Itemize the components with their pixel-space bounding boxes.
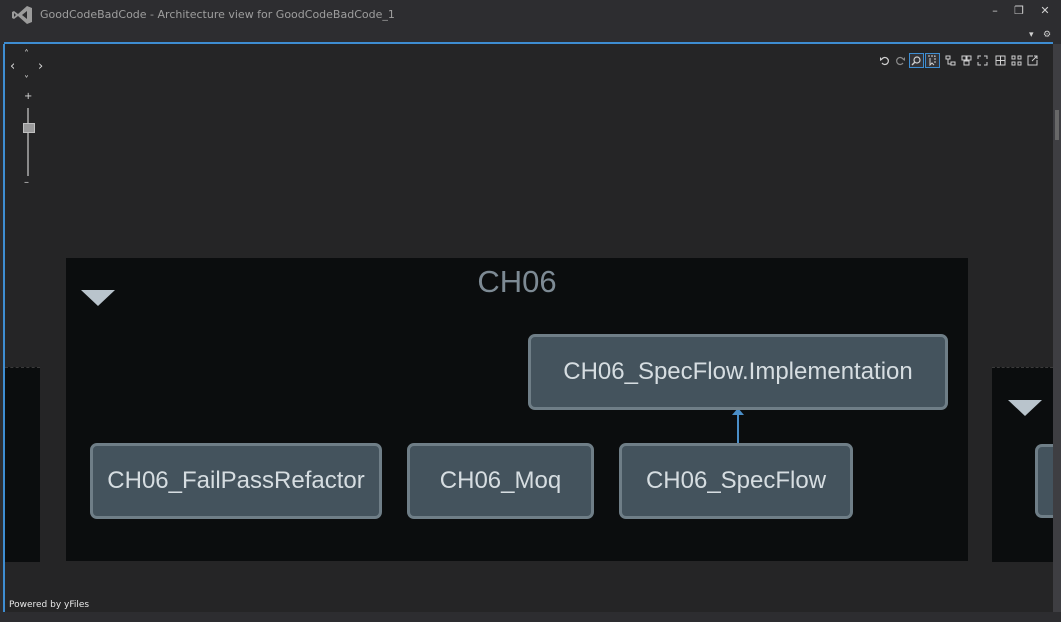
zoom-in-button[interactable]: + (24, 92, 32, 102)
pan-down-icon[interactable]: ˅ (24, 76, 29, 86)
arrange-icon[interactable] (1009, 53, 1024, 68)
title-bar: GoodCodeBadCode - Architecture view for … (0, 0, 1061, 30)
close-button[interactable]: ✕ (1034, 2, 1056, 20)
undo-icon[interactable] (877, 53, 892, 68)
node-moq[interactable]: CH06_Moq (407, 443, 594, 519)
vertical-scroll-thumb[interactable] (1055, 110, 1059, 140)
adjacent-group-left[interactable] (5, 367, 40, 562)
group-ch06[interactable]: CH06 CH06_SpecFlow.Implementation CH06_F… (66, 258, 968, 561)
pan-up-icon[interactable]: ˄ (24, 50, 29, 60)
tab-dropdown-icon[interactable]: ▾ (1029, 30, 1034, 40)
zoom-slider-thumb[interactable] (23, 123, 35, 133)
tab-settings-icon[interactable]: ⚙ (1043, 30, 1051, 40)
powered-by-label: Powered by yFiles (9, 600, 90, 610)
export-icon[interactable] (1025, 53, 1040, 68)
status-bar (0, 612, 1061, 622)
window-title: GoodCodeBadCode - Architecture view for … (40, 8, 395, 21)
collapse-right-group-icon[interactable] (1008, 400, 1042, 416)
zoom-out-button[interactable]: – (24, 178, 29, 188)
zoom-search-icon[interactable] (909, 53, 924, 68)
layout-icon[interactable] (943, 53, 958, 68)
node-failpassrefactor[interactable]: CH06_FailPassRefactor (90, 443, 382, 519)
group-icon[interactable] (959, 53, 974, 68)
zoom-slider-track[interactable] (27, 108, 29, 176)
pan-right-icon[interactable]: › (38, 60, 43, 73)
node-specflow[interactable]: CH06_SpecFlow (619, 443, 853, 519)
node-specflow-implementation[interactable]: CH06_SpecFlow.Implementation (528, 334, 948, 410)
adjacent-node-right[interactable] (1035, 444, 1053, 518)
restore-button[interactable]: ❐ (1008, 2, 1030, 20)
visual-studio-logo-icon (12, 6, 32, 24)
minimize-button[interactable]: – (984, 2, 1006, 20)
grid-icon[interactable] (993, 53, 1008, 68)
pan-left-icon[interactable]: ‹ (10, 60, 15, 73)
select-icon[interactable] (925, 53, 940, 68)
redo-icon[interactable] (893, 53, 908, 68)
expand-icon[interactable] (975, 53, 990, 68)
